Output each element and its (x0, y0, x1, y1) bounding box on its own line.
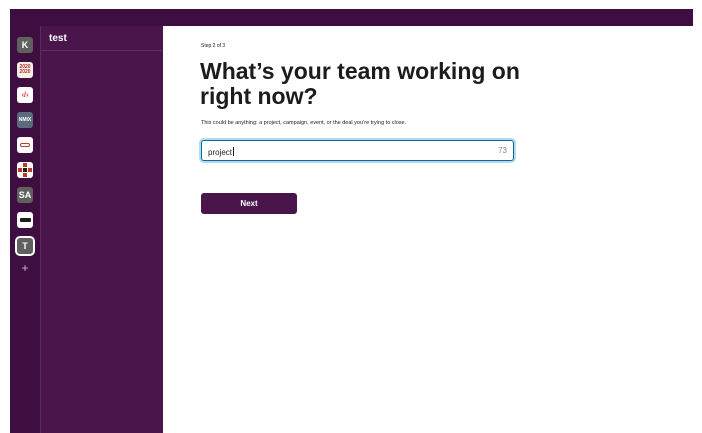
add-workspace-button[interactable]: + (19, 262, 31, 274)
workspace-name[interactable]: test (49, 33, 67, 44)
workspace-logo-icon (20, 143, 30, 147)
channel-sidebar: test (41, 26, 163, 433)
workspace-tile-sa[interactable]: SA (17, 187, 33, 203)
character-count: 73 (498, 146, 507, 155)
page-title: What’s your team working on right now? (200, 58, 520, 109)
text-caret (233, 146, 235, 156)
workspace-tile-logo[interactable] (17, 137, 33, 153)
workspace-rail: K 2020 2020 ‹/› NMIX SA T + (10, 26, 41, 433)
app-window: K 2020 2020 ‹/› NMIX SA T + test Step 2 … (10, 9, 693, 433)
plus-icon: + (21, 261, 29, 275)
code-logo-icon: ‹/› (21, 91, 29, 99)
step-indicator: Step 2 of 3 (201, 43, 226, 49)
workspace-tile-brand[interactable] (17, 212, 33, 228)
sidebar-divider (41, 50, 163, 51)
team-project-input[interactable]: project 73 (201, 140, 514, 161)
workspace-tile-nmix[interactable]: NMIX (17, 112, 33, 128)
top-bar (10, 9, 693, 26)
onboarding-panel: Step 2 of 3 What’s your team working on … (163, 26, 693, 433)
workspace-tile-2020[interactable]: 2020 2020 (17, 62, 33, 78)
workspace-tile-t-active[interactable]: T (15, 236, 35, 256)
input-value: project (208, 147, 233, 157)
workspace-tile-code[interactable]: ‹/› (17, 87, 33, 103)
page-subtitle: This could be anything: a project, campa… (201, 120, 407, 126)
brand-logo-icon (19, 218, 31, 222)
workspace-tile-pattern[interactable] (17, 162, 33, 178)
input-text: project (208, 142, 235, 160)
workspace-tile-k[interactable]: K (17, 37, 33, 53)
next-button[interactable]: Next (201, 193, 297, 214)
pattern-logo-icon (18, 163, 32, 177)
